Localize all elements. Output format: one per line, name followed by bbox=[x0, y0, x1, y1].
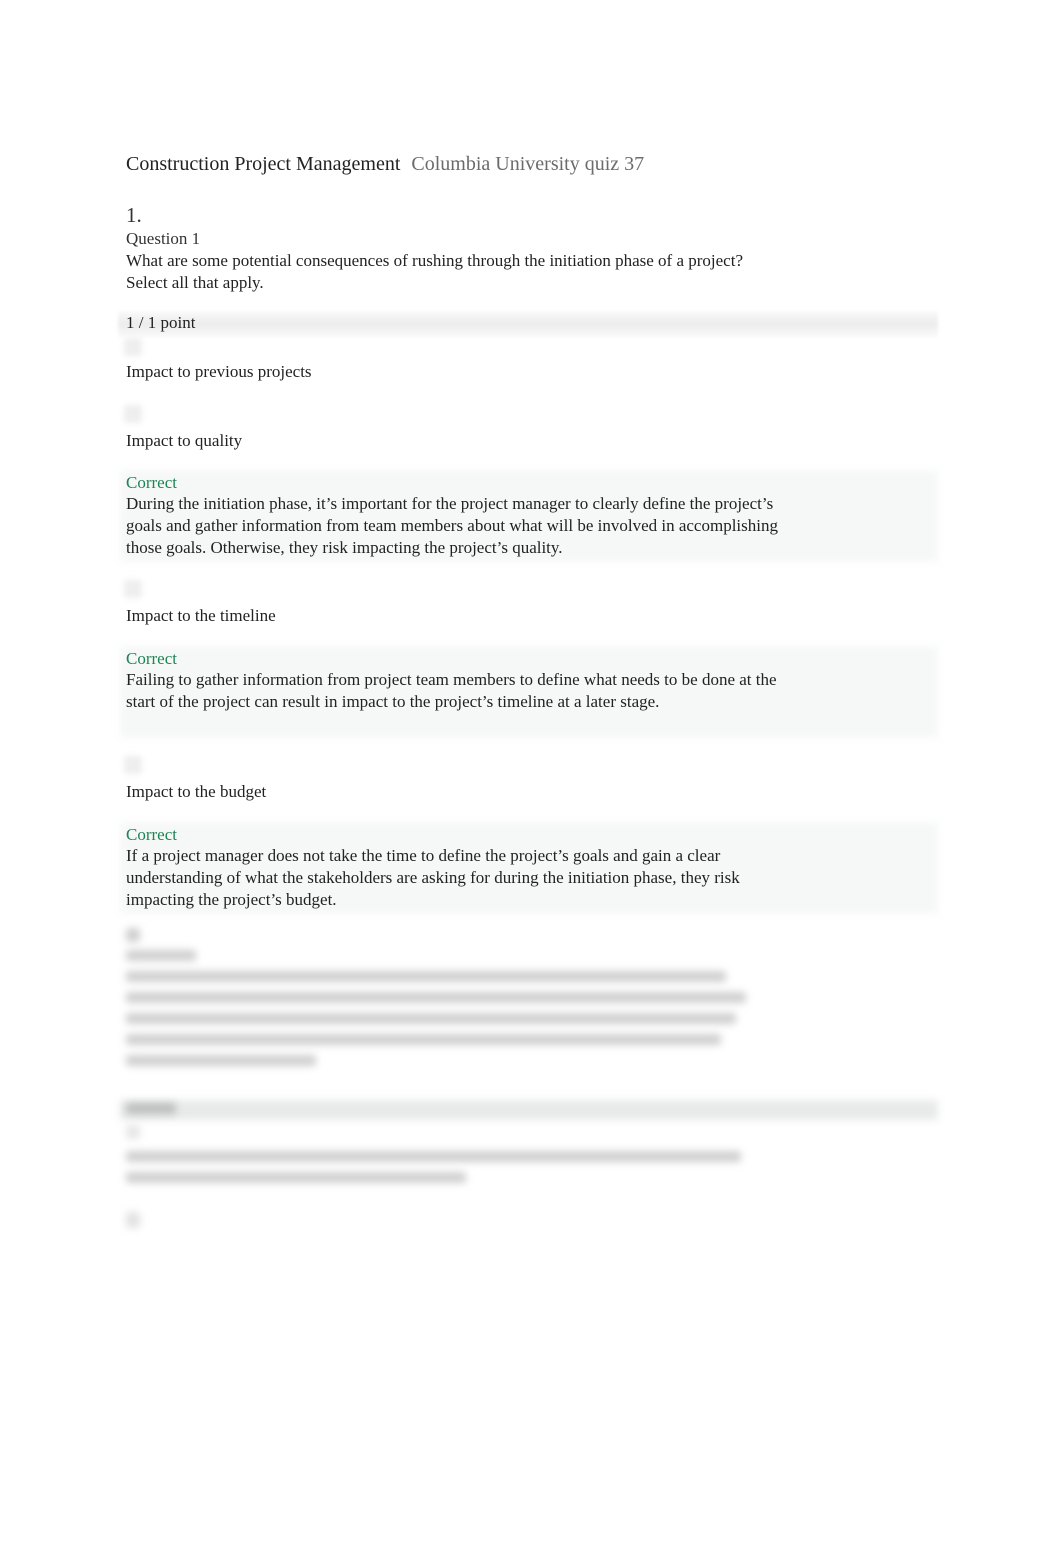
feedback-text: If a project manager does not take the t… bbox=[126, 846, 740, 909]
question-label: Question 1 bbox=[126, 229, 201, 248]
feedback-timeline: Correct Failing to gather information fr… bbox=[126, 649, 786, 713]
score-text: 1 / 1 point bbox=[126, 313, 196, 332]
checkbox-icon[interactable] bbox=[124, 405, 142, 423]
correct-label: Correct bbox=[126, 473, 177, 492]
correct-label: Correct bbox=[126, 649, 177, 668]
feedback-budget: Correct If a project manager does not ta… bbox=[126, 825, 786, 911]
course-title: Construction Project Management bbox=[126, 153, 401, 175]
blurred-score-bar bbox=[120, 1100, 938, 1120]
question-text: What are some potential consequences of … bbox=[126, 251, 743, 292]
option-budget[interactable]: Impact to the budget bbox=[126, 782, 266, 802]
blurred-score bbox=[126, 1103, 186, 1124]
option-timeline[interactable]: Impact to the timeline bbox=[126, 606, 276, 626]
blurred-option bbox=[126, 1125, 766, 1193]
page-title: Construction Project Management Columbia… bbox=[126, 153, 644, 176]
checkbox-icon[interactable] bbox=[124, 338, 142, 356]
checkbox-icon[interactable] bbox=[124, 756, 142, 774]
option-quality[interactable]: Impact to quality bbox=[126, 431, 242, 451]
quiz-subtitle: Columbia University quiz 37 bbox=[411, 153, 645, 175]
feedback-quality: Correct During the initiation phase, it’… bbox=[126, 473, 786, 559]
option-previous-projects[interactable]: Impact to previous projects bbox=[126, 362, 312, 382]
question-number: 1. bbox=[126, 203, 142, 227]
checkbox-icon[interactable] bbox=[124, 580, 142, 598]
feedback-text: Failing to gather information from proje… bbox=[126, 670, 777, 711]
correct-label: Correct bbox=[126, 825, 177, 844]
score-bar bbox=[118, 311, 938, 337]
blurred-checkbox bbox=[126, 1212, 166, 1238]
blurred-question-2 bbox=[126, 928, 766, 1076]
feedback-text: During the initiation phase, it’s import… bbox=[126, 494, 778, 557]
